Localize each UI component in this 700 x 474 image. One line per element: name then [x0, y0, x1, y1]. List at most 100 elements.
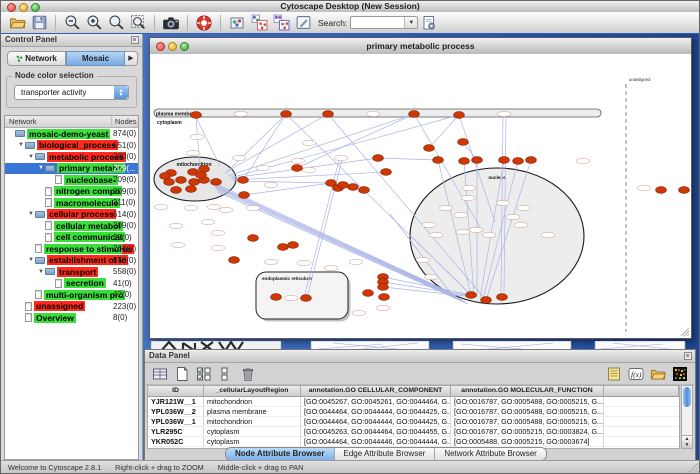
- cell-component[interactable]: [GO:0045263, GO:0044464, GO:0044455, G..…: [301, 427, 451, 436]
- network-node-colored[interactable]: [238, 177, 249, 184]
- cell-function[interactable]: [GO:0016787, GO:0005215, GO:0003824, G..…: [451, 427, 604, 436]
- cell-component[interactable]: [GO:0045267, GO:0045261, GO:0044464, G..…: [301, 397, 451, 406]
- select-attributes-icon[interactable]: [195, 365, 213, 383]
- network-node-colored[interactable]: [292, 165, 303, 172]
- network-edge[interactable]: [429, 115, 459, 148]
- network-node-colored[interactable]: [239, 192, 250, 199]
- cell-id[interactable]: YLR295C: [148, 427, 204, 436]
- network-edge[interactable]: [234, 181, 331, 183]
- disclosure-triangle-icon[interactable]: ▼: [17, 142, 25, 148]
- tree-row[interactable]: multi-organism pro42(0): [5, 289, 138, 301]
- delete-attribute-icon[interactable]: [239, 365, 257, 383]
- cell-id[interactable]: YPL036W__2: [148, 407, 204, 416]
- tree-row[interactable]: ▼metabolic process280(0): [5, 151, 138, 163]
- network-node-unselected[interactable]: [517, 205, 531, 210]
- table-row[interactable]: YJR121W__1mitochondrion[GO:0045267, GO:0…: [148, 397, 679, 407]
- cell-region[interactable]: mitochondrion: [204, 397, 301, 406]
- network-edge[interactable]: [244, 183, 331, 195]
- network-node-colored[interactable]: [458, 139, 469, 146]
- disclosure-triangle-icon[interactable]: ▼: [27, 257, 35, 263]
- network-node-unselected[interactable]: [264, 182, 278, 187]
- network-edge[interactable]: [378, 158, 438, 160]
- network-node-colored[interactable]: [248, 235, 259, 242]
- save-session-icon[interactable]: [30, 14, 48, 32]
- cell-function[interactable]: [GO:0016787, GO:0005488, GO:0005215, G..…: [451, 417, 604, 426]
- network-node-unselected[interactable]: [219, 207, 233, 212]
- tree-row[interactable]: secretion41(0): [5, 278, 138, 290]
- zoom-window-button[interactable]: [31, 3, 40, 12]
- tab-network[interactable]: Network: [7, 51, 66, 66]
- disclosure-triangle-icon[interactable]: ▼: [37, 269, 45, 275]
- network-node-colored[interactable]: [381, 169, 392, 176]
- table-row[interactable]: YKR052Ccytoplasm[GO:0044464, GO:0044446,…: [148, 437, 679, 447]
- close-view-button[interactable]: [156, 42, 165, 51]
- snapshot-camera-icon[interactable]: [162, 14, 180, 32]
- tree-row[interactable]: nucleobase-209(0): [5, 174, 138, 186]
- network-tree-header[interactable]: Network Nodes: [5, 116, 138, 128]
- network-node-unselected[interactable]: [482, 232, 496, 237]
- network-node-colored[interactable]: [301, 295, 312, 302]
- zoom-out-icon[interactable]: [63, 14, 81, 32]
- network-node-unselected[interactable]: [291, 158, 305, 163]
- network-node-unselected[interactable]: [496, 200, 510, 205]
- network-node-colored[interactable]: [409, 111, 420, 118]
- apply-layout-icon[interactable]: [250, 14, 268, 32]
- network-node-unselected[interactable]: [439, 205, 453, 210]
- network-node-colored[interactable]: [271, 294, 282, 301]
- attribute-table[interactable]: ID_cellularLayoutRegionannotation.GO CEL…: [147, 385, 680, 449]
- tree-column-nodes[interactable]: Nodes: [111, 117, 137, 126]
- network-node-colored[interactable]: [359, 187, 370, 194]
- close-window-button[interactable]: [7, 3, 16, 12]
- column-header[interactable]: _cellularLayoutRegion: [204, 386, 301, 396]
- minimize-window-button[interactable]: [19, 3, 28, 12]
- tab-mosaic[interactable]: Mosaic: [66, 51, 125, 66]
- cell-region[interactable]: mitochondrion: [204, 417, 301, 426]
- network-node-colored[interactable]: [379, 294, 390, 301]
- network-node-unselected[interactable]: [169, 223, 183, 228]
- tree-row[interactable]: macromolecule311(0): [5, 197, 138, 209]
- network-node-unselected[interactable]: [211, 230, 225, 235]
- network-node-colored[interactable]: [278, 244, 289, 251]
- network-node-unselected[interactable]: [302, 140, 316, 145]
- cell-region[interactable]: cytoplasm: [204, 437, 301, 446]
- tab-network-attribute-browser[interactable]: Network Attribute Browser: [435, 448, 545, 460]
- network-node-unselected[interactable]: [154, 204, 168, 209]
- search-dropdown-arrow[interactable]: ▼: [404, 17, 417, 28]
- cell-id[interactable]: YDR039C__1: [148, 447, 204, 449]
- network-node-unselected[interactable]: [497, 111, 511, 116]
- tree-row[interactable]: ▼transport558(0): [5, 266, 138, 278]
- open-session-icon[interactable]: [8, 14, 26, 32]
- network-node-unselected[interactable]: [461, 195, 475, 200]
- formula-fx-icon[interactable]: f(x): [627, 365, 645, 383]
- network-node-colored[interactable]: [497, 294, 508, 301]
- tree-row[interactable]: ▼cellular process614(0): [5, 209, 138, 221]
- network-node-unselected[interactable]: [576, 158, 590, 163]
- cell-region[interactable]: plasma membrane: [204, 407, 301, 416]
- network-node-unselected[interactable]: [506, 214, 520, 219]
- graphics-details-icon[interactable]: [228, 14, 246, 32]
- tab-node-attribute-browser[interactable]: Node Attribute Browser: [226, 448, 335, 460]
- scrollbar-thumb[interactable]: [683, 387, 691, 407]
- network-node-colored[interactable]: [424, 145, 435, 152]
- zoom-in-icon[interactable]: [85, 14, 103, 32]
- scrollbar-arrows[interactable]: ▲▼: [682, 435, 692, 448]
- column-header[interactable]: annotation.GO MOLECULAR_FUNCTION: [451, 386, 604, 396]
- network-node-unselected[interactable]: [422, 222, 436, 227]
- network-node-colored[interactable]: [433, 157, 444, 164]
- more-tabs-button[interactable]: ▶: [125, 51, 138, 66]
- cell-component[interactable]: [GO:0044464, GO:0044444, GO:0044425, G..…: [301, 417, 451, 426]
- network-node-unselected[interactable]: [184, 205, 198, 210]
- network-node-colored[interactable]: [229, 257, 240, 264]
- minimize-view-button[interactable]: [168, 42, 177, 51]
- canvas-resize-grip[interactable]: [681, 328, 689, 336]
- zoom-selected-region-icon[interactable]: [107, 14, 125, 32]
- network-edge[interactable]: [232, 172, 386, 180]
- network-node-colored[interactable]: [481, 297, 492, 304]
- network-view-window[interactable]: primary metabolic process plasma membran…: [149, 37, 692, 339]
- network-node-unselected[interactable]: [186, 150, 200, 155]
- network-node-unselected[interactable]: [376, 305, 390, 310]
- network-node-colored[interactable]: [513, 158, 524, 165]
- cell-function[interactable]: [GO:0005488, GO:0005215, GO:0003674]: [451, 437, 604, 446]
- disclosure-triangle-icon[interactable]: ▼: [37, 165, 45, 171]
- import-attributes-icon[interactable]: [649, 365, 667, 383]
